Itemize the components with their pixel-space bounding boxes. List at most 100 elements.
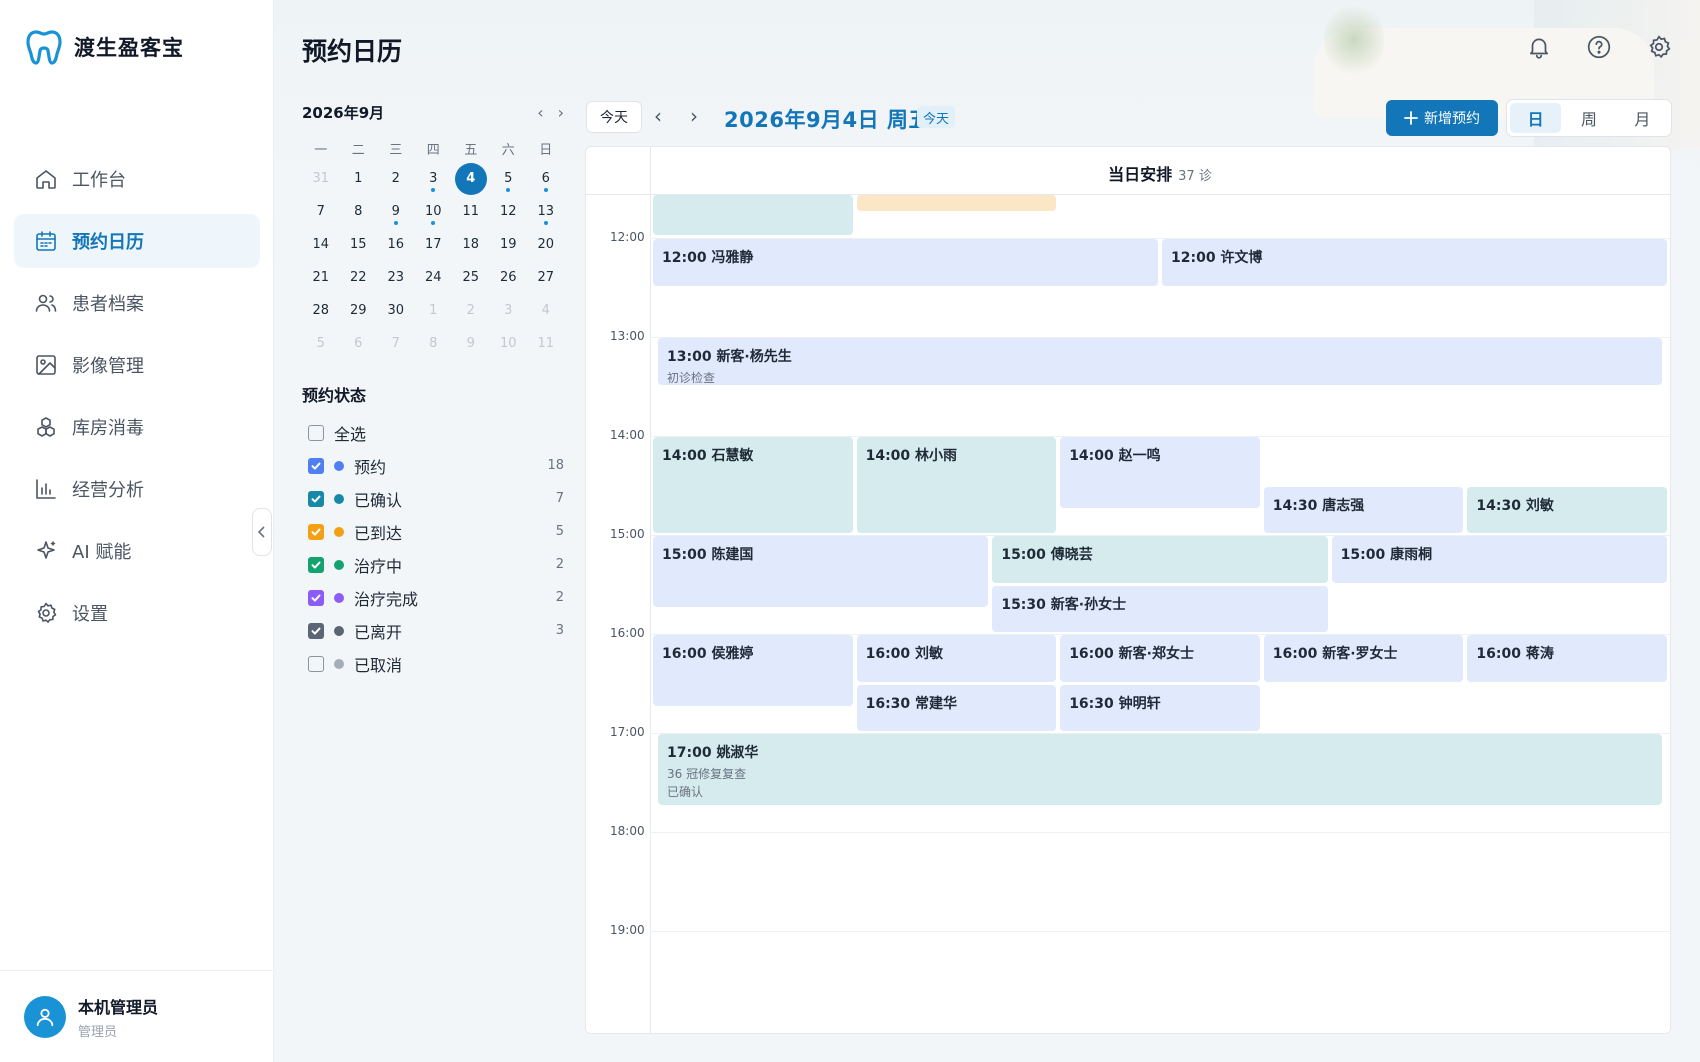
appointment-event[interactable]: 15:30 新客·孙女士 [992,585,1328,632]
calendar-day-selected[interactable]: 4 [452,162,490,195]
calendar-day[interactable]: 22 [340,261,378,294]
sidebar-item-calendar[interactable]: 预约日历 [14,214,260,268]
user-profile[interactable]: 本机管理员 管理员 [0,970,274,1062]
sidebar-item-boxes[interactable]: 库房消毒 [14,400,260,454]
sidebar-item-users[interactable]: 患者档案 [14,276,260,330]
calendar-day[interactable]: 21 [302,261,340,294]
calendar-day[interactable]: 5 [302,327,340,360]
calendar-day[interactable]: 8 [340,195,378,228]
status-checkbox[interactable] [308,457,324,474]
status-checkbox[interactable] [308,589,324,606]
help-icon[interactable] [1586,34,1612,60]
status-checkbox[interactable] [308,556,324,573]
calendar-day[interactable]: 6 [340,327,378,360]
calendar-day[interactable]: 15 [340,228,378,261]
status-filter-row[interactable]: 治疗中 2 [302,548,564,581]
calendar-day[interactable]: 10 [490,327,528,360]
calendar-day[interactable]: 13 [527,195,565,228]
calendar-day[interactable]: 11 [452,195,490,228]
appointment-event[interactable]: 13:00 新客·杨先生 初诊检查 [658,338,1662,385]
calendar-day[interactable]: 24 [415,261,453,294]
calendar-day[interactable]: 31 [302,162,340,195]
calendar-day[interactable]: 3 [490,294,528,327]
appointment-event[interactable]: 14:00 赵一鸣 [1060,437,1260,509]
calendar-day[interactable]: 1 [340,162,378,195]
appointment-event[interactable]: 16:30 钟明轩 [1060,684,1260,731]
calendar-day[interactable]: 16 [377,228,415,261]
status-checkbox[interactable] [308,424,324,441]
calendar-day[interactable]: 1 [415,294,453,327]
calendar-day[interactable]: 2 [377,162,415,195]
appointment-event[interactable]: 14:30 唐志强 [1263,486,1464,533]
appointment-event[interactable]: 16:00 新客·郑女士 [1060,635,1260,682]
appointment-event[interactable]: 17:00 姚淑华 36 冠修复复查 已确认 [658,734,1662,806]
status-checkbox[interactable] [308,490,324,507]
bell-icon[interactable] [1526,34,1552,60]
calendar-day[interactable]: 25 [452,261,490,294]
prev-day-button[interactable]: ‹ [654,104,662,128]
appointment-event[interactable]: 15:00 陈建国 [653,536,989,608]
appointment-event[interactable] [653,195,853,235]
sidebar-item-home[interactable]: 工作台 [14,152,260,206]
status-filter-row[interactable]: 全选 [302,416,564,449]
calendar-day[interactable]: 26 [490,261,528,294]
status-filter-row[interactable]: 已确认 7 [302,482,564,515]
sidebar-item-sparkle[interactable]: AI 赋能 [14,524,260,578]
calendar-day[interactable]: 8 [415,327,453,360]
appointment-event[interactable]: 15:00 康雨桐 [1331,536,1667,583]
sidebar-collapse-button[interactable] [252,508,272,556]
calendar-day[interactable]: 7 [377,327,415,360]
next-day-button[interactable]: › [690,104,698,128]
mini-next-month-button[interactable]: › [558,103,564,122]
calendar-day[interactable]: 5 [490,162,528,195]
appointment-event[interactable]: 16:00 刘敏 [856,635,1057,682]
calendar-day[interactable]: 11 [527,327,565,360]
appointment-event[interactable]: 16:30 常建华 [856,684,1057,731]
new-appointment-button[interactable]: 新增预约 [1386,100,1498,136]
calendar-day[interactable]: 10 [415,195,453,228]
appointment-event[interactable]: 12:00 冯雅静 [653,239,1158,286]
calendar-day[interactable]: 17 [415,228,453,261]
calendar-day[interactable]: 27 [527,261,565,294]
status-filter-row[interactable]: 已离开 3 [302,614,564,647]
calendar-day[interactable]: 12 [490,195,528,228]
status-filter-row[interactable]: 已取消 [302,647,564,680]
view-day-tab[interactable]: 日 [1510,103,1562,133]
calendar-day[interactable]: 7 [302,195,340,228]
calendar-day[interactable]: 14 [302,228,340,261]
calendar-day[interactable]: 2 [452,294,490,327]
status-checkbox[interactable] [308,655,324,672]
appointment-event[interactable]: 16:00 侯雅婷 [653,635,853,707]
view-week-tab[interactable]: 周 [1563,103,1614,133]
appointment-event[interactable]: 12:00 许文博 [1162,239,1667,286]
calendar-day[interactable]: 6 [527,162,565,195]
calendar-day[interactable]: 28 [302,294,340,327]
appointment-event[interactable]: 14:00 林小雨 [856,437,1057,533]
brand[interactable]: 渡生盈客宝 [26,28,184,66]
appointment-event[interactable] [856,195,1057,211]
sidebar-item-bar-chart[interactable]: 经营分析 [14,462,260,516]
status-checkbox[interactable] [308,523,324,540]
appointment-event[interactable]: 15:00 傅晓芸 [992,536,1328,583]
appointment-event[interactable]: 14:00 石慧敏 [653,437,853,533]
appointment-event[interactable]: 16:00 蒋涛 [1467,635,1667,682]
status-filter-row[interactable]: 预约 18 [302,449,564,482]
status-filter-row[interactable]: 已到达 5 [302,515,564,548]
calendar-day[interactable]: 3 [415,162,453,195]
sidebar-item-image[interactable]: 影像管理 [14,338,260,392]
calendar-day[interactable]: 9 [377,195,415,228]
calendar-day[interactable]: 30 [377,294,415,327]
status-checkbox[interactable] [308,622,324,639]
calendar-day[interactable]: 20 [527,228,565,261]
calendar-day[interactable]: 9 [452,327,490,360]
view-month-tab[interactable]: 月 [1617,103,1668,133]
sidebar-item-gear[interactable]: 设置 [14,586,260,640]
today-button[interactable]: 今天 [586,101,642,133]
calendar-day[interactable]: 18 [452,228,490,261]
appointment-event[interactable]: 16:00 新客·罗女士 [1263,635,1464,682]
calendar-day[interactable]: 19 [490,228,528,261]
calendar-day[interactable]: 23 [377,261,415,294]
calendar-day[interactable]: 4 [527,294,565,327]
gear-icon[interactable] [1646,34,1672,60]
calendar-day[interactable]: 29 [340,294,378,327]
